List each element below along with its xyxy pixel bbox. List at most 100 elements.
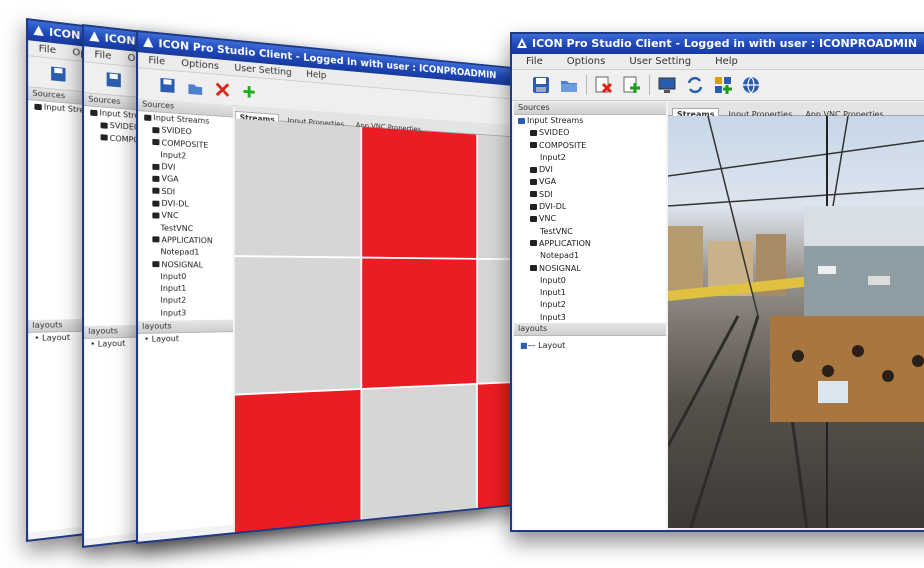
device-icon (152, 187, 160, 195)
tree-item[interactable]: DVI-DL (518, 201, 666, 213)
connect-globe-icon[interactable] (740, 74, 762, 96)
delete-icon[interactable] (212, 78, 233, 101)
device-icon (152, 200, 160, 207)
remove-source-icon[interactable] (593, 74, 615, 96)
device-icon (152, 163, 160, 170)
grid-cell[interactable] (234, 257, 361, 394)
device-icon (530, 240, 537, 247)
grid-cell[interactable] (362, 127, 477, 258)
video-stream-canvas[interactable] (668, 116, 924, 528)
tree-item[interactable]: Notepad1 (518, 250, 666, 262)
open-folder-icon[interactable] (558, 74, 580, 96)
tree-item[interactable]: Input3 (144, 307, 233, 320)
menu-file[interactable]: File (148, 55, 165, 67)
grid-cell[interactable] (234, 118, 361, 257)
tree-item[interactable]: NOSIGNAL (144, 259, 233, 272)
menu-options[interactable]: Options (181, 58, 219, 72)
menu-bar: File Options User Setting Help (512, 54, 924, 70)
device-icon (152, 236, 160, 243)
device-icon (530, 191, 537, 198)
tree-item[interactable]: DVI (518, 164, 666, 176)
device-icon (152, 212, 160, 219)
layout-item[interactable]: • Layout (144, 332, 233, 346)
main-window: ICON Pro Studio Client - Logged in with … (510, 32, 924, 532)
tree-item[interactable]: APPLICATION (144, 234, 233, 248)
open-icon[interactable] (184, 76, 206, 99)
tree-item[interactable]: Input2 (518, 152, 666, 164)
device-icon (100, 122, 108, 129)
save-icon[interactable] (47, 62, 70, 86)
add-layout-icon[interactable] (712, 74, 734, 96)
tree-item[interactable]: SVIDEO (518, 127, 666, 139)
sources-header: Sources (514, 102, 666, 115)
menu-user-setting[interactable]: User Setting (629, 56, 691, 67)
menu-help[interactable]: Help (306, 69, 326, 81)
menu-help[interactable]: Help (715, 56, 738, 67)
device-icon (100, 134, 108, 141)
tree-item[interactable]: Input2 (144, 295, 233, 308)
tree-item[interactable]: VNC (518, 213, 666, 225)
logo-icon (89, 31, 101, 43)
tree-item[interactable]: SDI (518, 189, 666, 201)
device-icon (152, 261, 160, 268)
tree-item[interactable]: Input2 (518, 299, 666, 311)
device-icon (144, 114, 152, 121)
toolbar-separator (586, 75, 587, 95)
menu-file[interactable]: File (526, 56, 543, 67)
layouts-header: layouts (514, 323, 666, 336)
save-icon[interactable] (530, 74, 552, 96)
device-icon (530, 178, 537, 185)
composite-stage: ICON Pro S File Options Sources Input St… (0, 0, 924, 568)
device-icon (152, 175, 160, 182)
add-icon[interactable] (239, 80, 260, 103)
toolbar (512, 70, 924, 101)
device-icon (530, 166, 537, 173)
streams-area: Streams Input Properties App VNC Propert… (668, 102, 924, 528)
tree-item[interactable]: Input0 (144, 271, 233, 283)
menu-file[interactable]: File (39, 43, 56, 56)
logo-icon (517, 38, 527, 48)
menu-options[interactable]: Options (567, 56, 606, 67)
source-tree: Input Streams SVIDEO COMPOSITE Input2 DV… (138, 111, 234, 321)
device-icon (530, 129, 537, 136)
layout-tree: ■— Layout (514, 336, 666, 530)
tree-item[interactable]: APPLICATION (518, 238, 666, 250)
window-title: ICON Pro Studio Client - Logged in with … (532, 37, 918, 50)
tree-item[interactable]: VNC (144, 210, 233, 224)
tree-item[interactable]: Input0 (518, 275, 666, 287)
logo-icon (143, 36, 154, 48)
tree-item[interactable]: VGA (518, 176, 666, 188)
tree-item[interactable]: NOSIGNAL (518, 263, 666, 275)
device-icon (152, 126, 160, 134)
tree-item[interactable]: Input1 (518, 287, 666, 299)
grid-cell[interactable] (234, 389, 361, 533)
display-icon[interactable] (656, 74, 678, 96)
device-icon (530, 203, 537, 210)
device-icon (518, 117, 525, 124)
add-source-icon[interactable] (621, 74, 643, 96)
grid-cell[interactable] (362, 258, 477, 388)
tab-bar: Streams Input Properties App VNC Propert… (668, 102, 924, 121)
grid-cell[interactable] (362, 384, 477, 520)
menu-file[interactable]: File (94, 49, 111, 62)
device-icon (34, 103, 42, 110)
device-icon (90, 109, 98, 116)
source-tree: Input Streams SVIDEO COMPOSITE Input2 DV… (514, 115, 666, 323)
device-icon (530, 265, 537, 272)
save-icon[interactable] (103, 68, 125, 92)
logo-icon (33, 25, 45, 37)
device-icon (152, 139, 160, 146)
save-icon[interactable] (156, 74, 178, 97)
device-icon (530, 215, 537, 222)
refresh-icon[interactable] (684, 74, 706, 96)
tree-item[interactable]: Input1 (144, 283, 233, 295)
tree-item-input-streams[interactable]: Input Streams (518, 115, 666, 127)
layout-item[interactable]: ■— Layout (520, 340, 666, 352)
left-panel: Sources Input Streams SVIDEO COMPOSITE I… (514, 102, 666, 530)
tree-item[interactable]: TestVNC (518, 226, 666, 238)
tree-item[interactable]: COMPOSITE (518, 140, 666, 152)
layout-tree: • Layout (138, 332, 234, 534)
tree-item[interactable]: Notepad1 (144, 246, 233, 259)
toolbar-separator (649, 75, 650, 95)
video-frame-image (668, 116, 924, 528)
